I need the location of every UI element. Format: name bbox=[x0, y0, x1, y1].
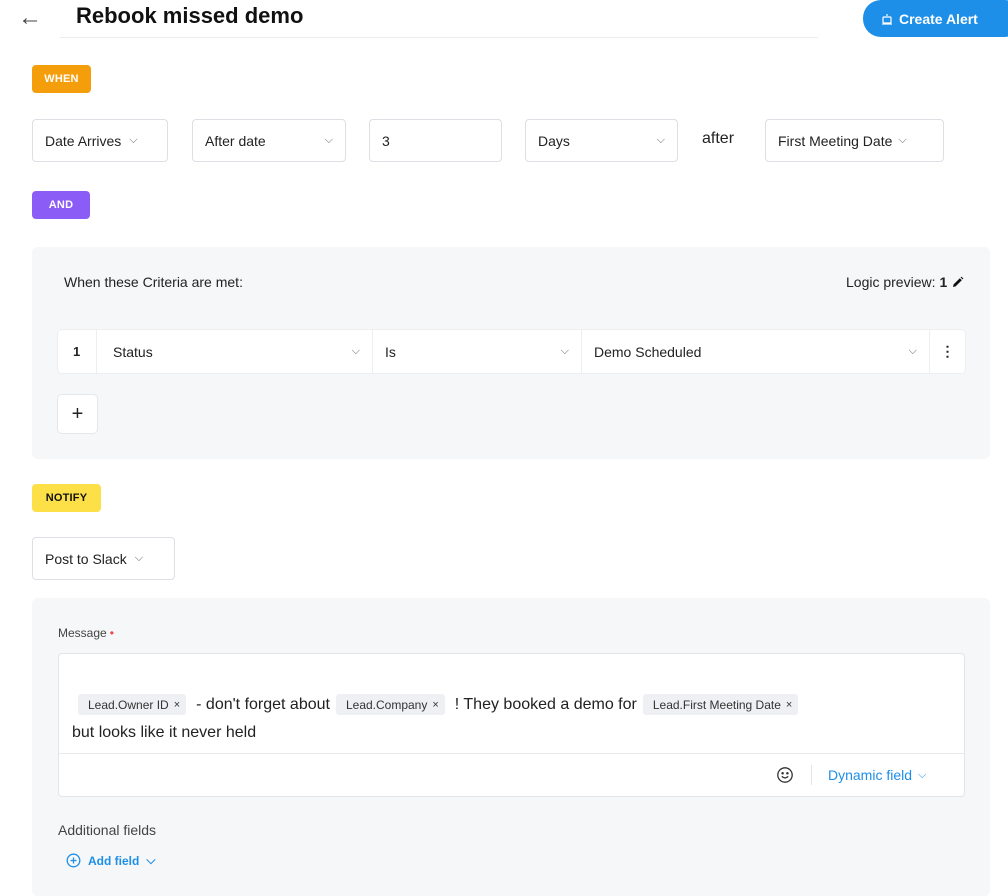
chevron-down-icon: ⌵ bbox=[560, 345, 569, 357]
chevron-down-icon: ⌵ bbox=[146, 853, 156, 867]
dynamic-field-chip[interactable]: Lead.Owner ID × bbox=[78, 694, 187, 716]
chevron-down-icon: ⌵ bbox=[351, 345, 360, 357]
dynamic-field-dropdown[interactable]: Dynamic field ⌵ bbox=[828, 767, 926, 783]
trigger-event-value: Date Arrives bbox=[45, 132, 122, 149]
trigger-connector-text: after bbox=[702, 130, 735, 147]
chevron-down-icon: ⌵ bbox=[324, 134, 333, 146]
chevron-down-icon: ⌵ bbox=[908, 345, 917, 357]
add-field-button[interactable]: Add field ⌵ bbox=[66, 853, 155, 868]
criteria-operator-select[interactable]: Is ⌵ bbox=[372, 330, 581, 373]
add-criteria-button[interactable]: + bbox=[58, 395, 97, 433]
trigger-relation-value: After date bbox=[205, 132, 266, 149]
trigger-amount-input[interactable]: 3 bbox=[369, 119, 502, 162]
message-content[interactable]: Lead.Owner ID × - don't forget about Lead.C… bbox=[72, 691, 952, 747]
close-icon[interactable]: × bbox=[174, 691, 180, 719]
criteria-value-select[interactable]: Demo Scheduled ⌵ bbox=[581, 330, 929, 373]
trigger-date-field-value: First Meeting Date bbox=[778, 132, 893, 149]
required-mark: • bbox=[109, 626, 114, 640]
page-title[interactable]: Rebook missed demo bbox=[76, 2, 303, 30]
message-text-segment: - don't forget about bbox=[196, 696, 330, 713]
back-arrow-icon[interactable]: ← bbox=[18, 4, 42, 32]
criteria-title: When these Criteria are met: bbox=[64, 274, 243, 290]
criteria-operator-value: Is bbox=[385, 343, 396, 360]
close-icon[interactable]: × bbox=[786, 691, 792, 719]
create-alert-button[interactable]: Create Alert bbox=[863, 0, 1008, 37]
message-label-text: Message bbox=[58, 626, 107, 640]
notify-channel-value: Post to Slack bbox=[45, 550, 127, 567]
trigger-event-select[interactable]: Date Arrives ⌵ bbox=[32, 119, 168, 162]
pencil-icon[interactable] bbox=[951, 276, 964, 289]
notify-channel-select[interactable]: Post to Slack ⌵ bbox=[32, 537, 175, 580]
message-toolbar-divider bbox=[59, 753, 964, 754]
plus-circle-icon bbox=[66, 853, 81, 868]
criteria-row-menu-icon[interactable]: ⋮ bbox=[929, 330, 965, 373]
criteria-field-select[interactable]: Status ⌵ bbox=[96, 330, 372, 373]
message-text-segment: but looks like it never held bbox=[72, 724, 257, 741]
dynamic-field-chip[interactable]: Lead.First Meeting Date × bbox=[642, 694, 799, 716]
add-field-label: Add field bbox=[88, 853, 140, 868]
trigger-date-field-select[interactable]: First Meeting Date ⌵ bbox=[765, 119, 944, 162]
chevron-down-icon: ⌵ bbox=[918, 768, 927, 781]
chevron-down-icon: ⌵ bbox=[656, 134, 665, 146]
close-icon[interactable]: × bbox=[432, 691, 438, 719]
criteria-field-value: Status bbox=[113, 343, 153, 360]
chevron-down-icon: ⌵ bbox=[134, 552, 144, 564]
additional-fields-label: Additional fields bbox=[58, 822, 157, 838]
criteria-row-index: 1 bbox=[73, 344, 81, 359]
criteria-value-value: Demo Scheduled bbox=[594, 343, 702, 360]
trigger-unit-select[interactable]: Days ⌵ bbox=[525, 119, 678, 162]
chip-label: Lead.Owner ID bbox=[88, 697, 169, 712]
title-underline bbox=[60, 37, 818, 38]
toolbar-separator bbox=[811, 765, 812, 785]
smiley-icon[interactable] bbox=[776, 766, 794, 784]
when-badge: WHEN bbox=[32, 65, 91, 93]
chevron-down-icon: ⌵ bbox=[898, 134, 907, 146]
logic-preview[interactable]: Logic preview: 1 bbox=[846, 274, 964, 290]
notify-badge: NOTIFY bbox=[32, 484, 101, 512]
message-text-segment: ! They booked a demo for bbox=[454, 696, 637, 713]
chip-label: Lead.First Meeting Date bbox=[652, 697, 781, 712]
trigger-unit-value: Days bbox=[538, 132, 570, 149]
trigger-amount-value: 3 bbox=[382, 132, 390, 149]
logic-preview-label: Logic preview: bbox=[846, 274, 936, 290]
dynamic-field-label: Dynamic field bbox=[828, 767, 913, 783]
logic-preview-value: 1 bbox=[939, 274, 948, 290]
create-alert-label: Create Alert bbox=[899, 10, 978, 27]
trigger-relation-select[interactable]: After date ⌵ bbox=[192, 119, 346, 162]
dynamic-field-chip[interactable]: Lead.Company × bbox=[335, 694, 445, 716]
chip-label: Lead.Company bbox=[345, 697, 428, 712]
and-badge: AND bbox=[32, 191, 90, 219]
message-label: Message • bbox=[58, 626, 114, 640]
alarm-icon bbox=[882, 13, 892, 25]
chevron-down-icon: ⌵ bbox=[129, 134, 138, 146]
